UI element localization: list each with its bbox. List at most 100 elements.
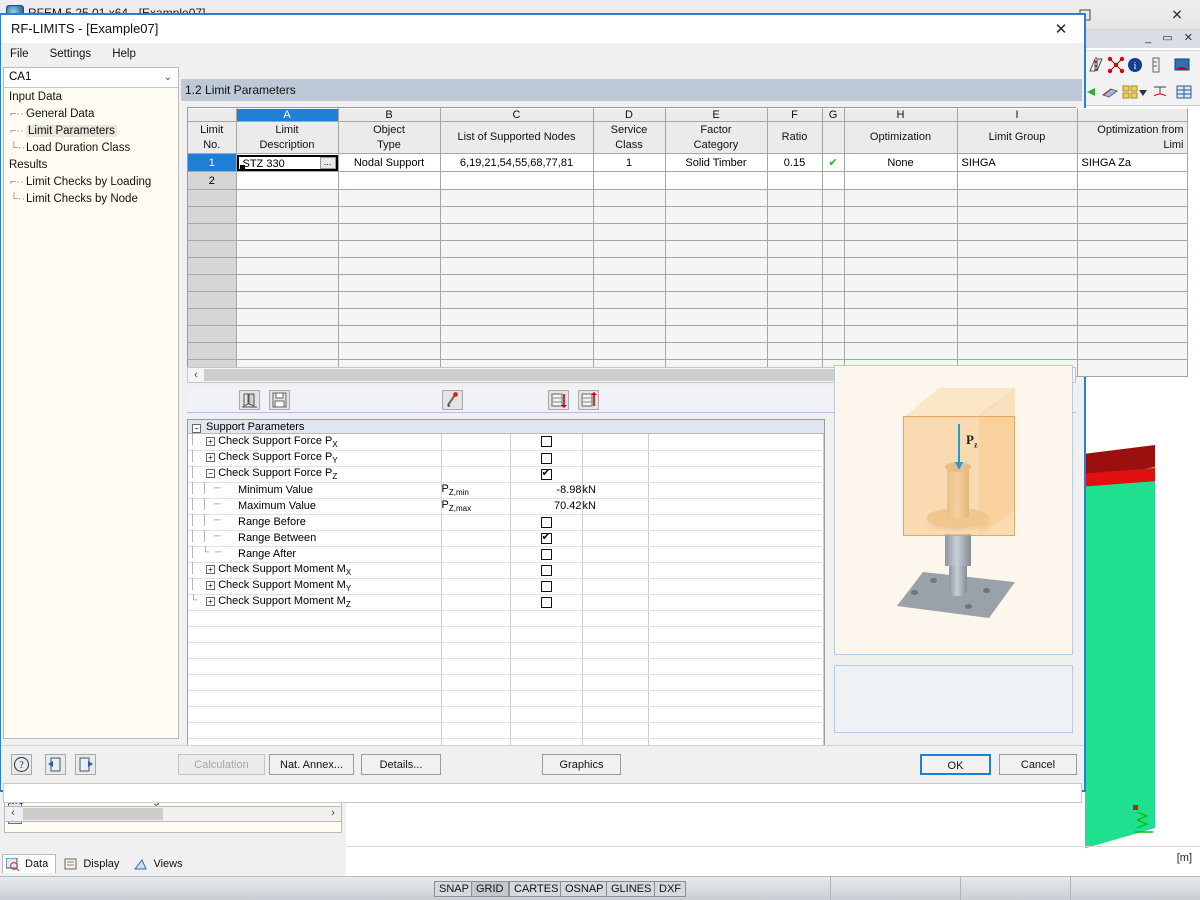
import-from-model-icon[interactable] — [239, 390, 260, 410]
param-value[interactable]: 70.42 — [510, 498, 583, 515]
param-row-maximum-value[interactable]: │ │ ─ Maximum Value PZ,max 70.42 kN — [188, 498, 824, 515]
grid-squares-icon[interactable] — [1121, 83, 1139, 101]
param-row-check-mx[interactable]: │ + Check Support Moment MX — [188, 562, 824, 579]
param-value[interactable]: -8.98 — [510, 482, 583, 499]
close-icon[interactable]: ✕ — [1154, 0, 1200, 30]
expand-icon[interactable]: + — [206, 452, 215, 462]
scrollbar-thumb[interactable] — [204, 369, 884, 381]
cell-object-type[interactable] — [338, 171, 441, 190]
collapse-icon[interactable]: − — [192, 422, 201, 434]
help-button[interactable]: ? — [11, 754, 32, 775]
status-button-glines[interactable]: GLINES — [606, 881, 657, 897]
sidebar-item-limit-checks-by-loading[interactable]: ⌐·· Limit Checks by Loading — [4, 174, 178, 191]
sidebar-item-load-duration-class[interactable]: └·· Load Duration Class — [4, 140, 178, 157]
column-letter-h[interactable]: H — [844, 108, 958, 122]
menu-file[interactable]: File — [1, 43, 38, 65]
param-label-cell[interactable]: │ │ ─ Maximum Value — [188, 498, 442, 515]
cell-limit-group[interactable] — [957, 171, 1078, 190]
param-label-cell[interactable]: └ + Check Support Moment MZ — [188, 594, 442, 611]
param-row-range-before[interactable]: │ │ ─ Range Before — [188, 514, 824, 531]
cell-optimization-from[interactable]: SIHGA Za — [1077, 153, 1188, 172]
table-row[interactable]: 2 — [188, 171, 1188, 190]
limit-description-input[interactable]: STZ 330 ... — [236, 154, 337, 171]
pick-node-icon[interactable] — [442, 390, 463, 410]
checkbox[interactable] — [540, 564, 552, 576]
tab-display[interactable]: Display — [61, 855, 126, 874]
checkbox[interactable] — [540, 531, 552, 544]
param-control[interactable] — [510, 530, 583, 547]
cell-service-class[interactable]: 1 — [593, 153, 666, 172]
cell-optimization[interactable]: None — [844, 153, 958, 172]
ok-button[interactable]: OK — [920, 754, 991, 775]
dialog-close-icon[interactable]: ✕ — [1038, 15, 1084, 43]
scrollbar-thumb[interactable] — [23, 808, 163, 820]
info-icon[interactable]: i — [1127, 56, 1145, 74]
scroll-right-icon[interactable]: › — [325, 807, 341, 821]
tab-data[interactable]: Data — [2, 854, 57, 873]
param-control[interactable] — [510, 514, 583, 531]
navigator-horizontal-scrollbar[interactable]: ‹ › — [4, 806, 342, 822]
param-control[interactable] — [510, 434, 583, 451]
cell-supported-nodes[interactable]: 6,19,21,54,55,68,77,81 — [440, 153, 594, 172]
cell-limit-group[interactable]: SIHGA — [957, 153, 1078, 172]
cell-check-flag[interactable] — [822, 171, 845, 190]
param-row-check-px[interactable]: │ + Check Support Force PX — [188, 434, 824, 451]
checkbox[interactable] — [540, 452, 552, 464]
render-view-icon[interactable] — [1173, 56, 1191, 74]
row-number[interactable]: 1 — [188, 153, 237, 172]
expand-icon[interactable]: + — [206, 596, 215, 606]
cell-optimization-from[interactable] — [1077, 171, 1188, 190]
chevron-down-icon[interactable] — [1139, 87, 1147, 105]
status-button-dxf[interactable]: DXF — [654, 881, 686, 897]
param-label-cell[interactable]: │ │ ─ Range Before — [188, 514, 442, 531]
menu-help[interactable]: Help — [103, 43, 145, 65]
save-table-icon[interactable] — [269, 390, 290, 410]
tab-views[interactable]: Views — [131, 855, 189, 874]
param-label-cell[interactable]: │ │ ─ Minimum Value — [188, 482, 442, 499]
menu-settings[interactable]: Settings — [41, 43, 101, 65]
param-control[interactable] — [510, 562, 583, 579]
param-label-cell[interactable]: │ + Check Support Force PX — [188, 434, 442, 451]
param-control[interactable] — [510, 450, 583, 467]
cell-service-class[interactable] — [593, 171, 666, 190]
cancel-button[interactable]: Cancel — [999, 754, 1077, 775]
param-row-check-mz[interactable]: └ + Check Support Moment MZ — [188, 594, 824, 611]
param-control[interactable] — [510, 594, 583, 611]
param-label-cell[interactable]: │ └ ─ Range After — [188, 546, 442, 563]
collapse-icon[interactable]: − — [206, 468, 215, 478]
nat-annex-button[interactable]: Nat. Annex... — [269, 754, 354, 775]
column-letter-a[interactable]: A — [236, 108, 339, 122]
scroll-left-icon[interactable]: ‹ — [5, 807, 21, 821]
column-letter-e[interactable]: E — [665, 108, 768, 122]
column-letter-g[interactable]: G — [822, 108, 845, 122]
insert-row-icon[interactable] — [548, 390, 569, 410]
green-arrow-icon[interactable] — [1083, 83, 1101, 101]
row-number[interactable]: 2 — [188, 171, 237, 190]
cell-factor-category[interactable] — [665, 171, 768, 190]
checkbox[interactable] — [540, 516, 552, 528]
column-letter-c[interactable]: C — [440, 108, 594, 122]
column-letter-i[interactable]: I — [957, 108, 1078, 122]
table-view-icon[interactable] — [1175, 83, 1193, 101]
cell-limit-description[interactable]: STZ 330 ... — [236, 153, 339, 172]
expand-icon[interactable]: + — [206, 436, 215, 446]
param-label-cell[interactable]: │ + Check Support Moment MX — [188, 562, 442, 579]
param-row-check-py[interactable]: │ + Check Support Force PY — [188, 450, 824, 467]
load-button[interactable] — [75, 754, 96, 775]
sidebar-item-limit-checks-by-node[interactable]: └·· Limit Checks by Node — [4, 191, 178, 208]
param-label-cell[interactable]: │ + Check Support Force PY — [188, 450, 442, 467]
table-row[interactable]: 1 STZ 330 ... Nodal Support 6,19,21,54,5… — [188, 153, 1188, 172]
column-letter-d[interactable]: D — [593, 108, 666, 122]
graphics-button[interactable]: Graphics — [542, 754, 621, 775]
param-row-check-pz[interactable]: │ − Check Support Force PZ — [188, 466, 824, 483]
measure-icon[interactable] — [1147, 56, 1165, 74]
section-icon[interactable] — [1151, 83, 1169, 101]
sidebar-item-limit-parameters[interactable]: ⌐·· Limit Parameters — [4, 123, 178, 140]
checkbox[interactable] — [540, 436, 552, 448]
param-label-cell[interactable]: │ + Check Support Moment MY — [188, 578, 442, 595]
param-control[interactable] — [510, 466, 583, 483]
param-label-cell[interactable]: │ − Check Support Force PZ — [188, 466, 442, 483]
delete-row-icon[interactable] — [578, 390, 599, 410]
chevron-down-icon[interactable]: ⌄ — [164, 72, 172, 83]
status-button-snap[interactable]: SNAP — [434, 881, 474, 897]
